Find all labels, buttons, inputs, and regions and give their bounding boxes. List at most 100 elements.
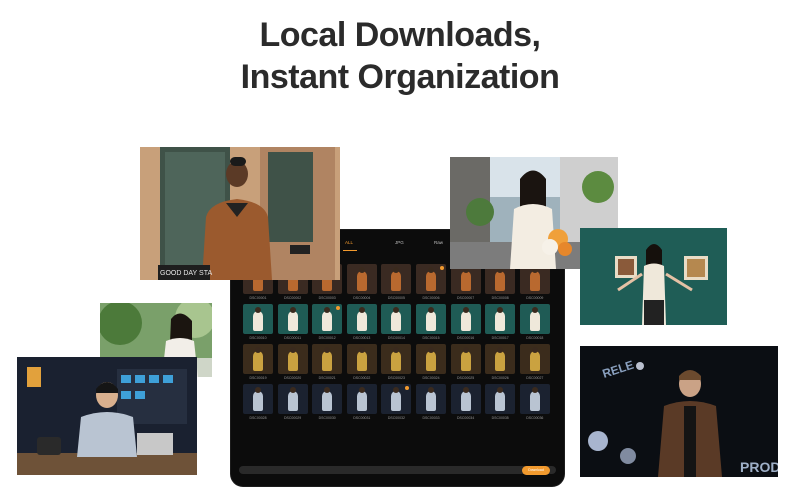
- thumbnail-figure: [495, 271, 506, 291]
- photo-thumbnail: [312, 304, 343, 334]
- photo-thumbnail: [381, 384, 412, 414]
- grid-photo-cell[interactable]: DSC00014: [381, 304, 412, 341]
- grid-photo-cell[interactable]: DSC00006: [416, 264, 446, 301]
- thumbnail-figure: [495, 351, 506, 371]
- photo-thumbnail: [346, 264, 377, 294]
- grid-photo-cell[interactable]: DSC00036: [519, 384, 550, 421]
- grid-photo-cell[interactable]: DSC00029: [277, 384, 308, 421]
- thumbnail-figure: [460, 351, 471, 371]
- thumbnail-figure: [253, 391, 263, 411]
- tab-all[interactable]: ALL: [345, 240, 353, 245]
- man-desk-image: [17, 357, 197, 475]
- photo-filename: DSC00011: [284, 336, 302, 340]
- grid-photo-cell[interactable]: DSC00018: [519, 304, 550, 341]
- photo-filename: DSC00023: [387, 376, 405, 380]
- selected-indicator: [336, 306, 341, 310]
- grid-photo-cell[interactable]: DSC00012: [312, 304, 343, 341]
- thumbnail-head: [289, 387, 296, 393]
- photo-thumbnail: [346, 344, 377, 374]
- thumbnail-figure: [426, 391, 436, 411]
- grid-photo-cell[interactable]: DSC00017: [485, 304, 516, 341]
- tab-raw[interactable]: Raw: [434, 240, 443, 245]
- man-by-wall-image: GOOD DAY STA: [140, 147, 340, 280]
- grid-photo-cell[interactable]: DSC00027: [519, 344, 550, 381]
- grid-photo-cell[interactable]: DSC00010: [243, 304, 273, 341]
- photo-filename: DSC00013: [353, 336, 371, 340]
- thumbnail-head: [289, 307, 296, 313]
- photo-filename: DSC00003: [318, 296, 336, 300]
- grid-photo-cell[interactable]: DSC00031: [346, 384, 377, 421]
- photo-thumbnail: [277, 344, 308, 374]
- thumbnail-head: [358, 267, 365, 273]
- selected-indicator: [405, 386, 410, 390]
- grid-photo-cell[interactable]: DSC00004: [346, 264, 377, 301]
- photo-filename: DSC00004: [353, 296, 371, 300]
- photo-filename: DSC00007: [457, 296, 475, 300]
- thumbnail-figure: [529, 311, 540, 331]
- photo-filename: DSC00026: [491, 376, 509, 380]
- thumbnail-head: [428, 387, 434, 393]
- grid-photo-cell[interactable]: DSC00026: [485, 344, 516, 381]
- thumbnail-head: [255, 347, 261, 353]
- thumbnail-figure: [356, 271, 367, 291]
- thumbnail-head: [462, 307, 469, 313]
- thumbnail-figure: [287, 311, 298, 331]
- photo-filename: DSC00036: [526, 416, 544, 420]
- photo-thumbnail: [346, 304, 377, 334]
- grid-photo-cell[interactable]: DSC00019: [243, 344, 273, 381]
- grid-photo-cell[interactable]: DSC00021: [312, 344, 343, 381]
- grid-photo-cell[interactable]: DSC00023: [381, 344, 412, 381]
- photo-filename: DSC00015: [422, 336, 440, 340]
- photo-thumbnail: [243, 304, 273, 334]
- thumbnail-figure: [391, 271, 402, 291]
- grid-photo-cell[interactable]: DSC00016: [450, 304, 481, 341]
- thumbnail-head: [358, 307, 365, 313]
- grid-photo-cell[interactable]: DSC00007: [450, 264, 481, 301]
- headline-line-1: Local Downloads,: [259, 16, 541, 54]
- thumbnail-figure: [460, 271, 471, 291]
- grid-photo-cell[interactable]: DSC00020: [277, 344, 308, 381]
- grid-photo-cell[interactable]: DSC00013: [346, 304, 377, 341]
- photo-thumbnail: [381, 344, 412, 374]
- tab-jpg[interactable]: JPG: [395, 240, 404, 245]
- photo-thumbnail: [346, 384, 377, 414]
- thumbnail-figure: [426, 351, 436, 371]
- download-button[interactable]: Download: [522, 466, 550, 475]
- photo-filename: DSC00009: [526, 296, 544, 300]
- photo-thumbnail: [450, 384, 481, 414]
- thumbnail-figure: [287, 391, 298, 411]
- headline-line-2: Instant Organization: [240, 58, 560, 96]
- grid-photo-cell[interactable]: DSC00032: [381, 384, 412, 421]
- photo-thumbnail: [416, 264, 446, 294]
- grid-photo-cell[interactable]: DSC00008: [485, 264, 516, 301]
- thumbnail-figure: [356, 391, 367, 411]
- selected-indicator: [440, 266, 444, 270]
- photo-thumbnail: [519, 344, 550, 374]
- grid-photo-cell[interactable]: DSC00015: [416, 304, 446, 341]
- grid-photo-cell[interactable]: DSC00028: [243, 384, 273, 421]
- thumbnail-head: [358, 387, 365, 393]
- grid-photo-cell[interactable]: DSC00025: [450, 344, 481, 381]
- grid-photo-cell[interactable]: DSC00033: [416, 384, 446, 421]
- photo-thumbnail: [450, 304, 481, 334]
- thumbnail-head: [358, 347, 365, 353]
- photo-thumbnail: [381, 264, 412, 294]
- grid-photo-cell[interactable]: DSC00011: [277, 304, 308, 341]
- grid-photo-cell[interactable]: DSC00009: [519, 264, 550, 301]
- photo-filename: DSC00014: [387, 336, 405, 340]
- thumbnail-head: [255, 307, 261, 313]
- photo-thumbnail: [485, 384, 516, 414]
- photo-filename: DSC00032: [387, 416, 405, 420]
- photo-man-on-stage: RELE PROD: [580, 346, 778, 477]
- grid-photo-cell[interactable]: DSC00035: [485, 384, 516, 421]
- grid-photo-cell[interactable]: DSC00030: [312, 384, 343, 421]
- grid-photo-cell[interactable]: DSC00022: [346, 344, 377, 381]
- active-tab-indicator: [343, 250, 357, 251]
- photo-thumbnail: [381, 304, 412, 334]
- grid-photo-cell[interactable]: DSC00034: [450, 384, 481, 421]
- photo-filename: DSC00022: [353, 376, 371, 380]
- photo-filename: DSC00016: [457, 336, 475, 340]
- grid-photo-cell[interactable]: DSC00005: [381, 264, 412, 301]
- thumbnail-figure: [460, 311, 471, 331]
- grid-photo-cell[interactable]: DSC00024: [416, 344, 446, 381]
